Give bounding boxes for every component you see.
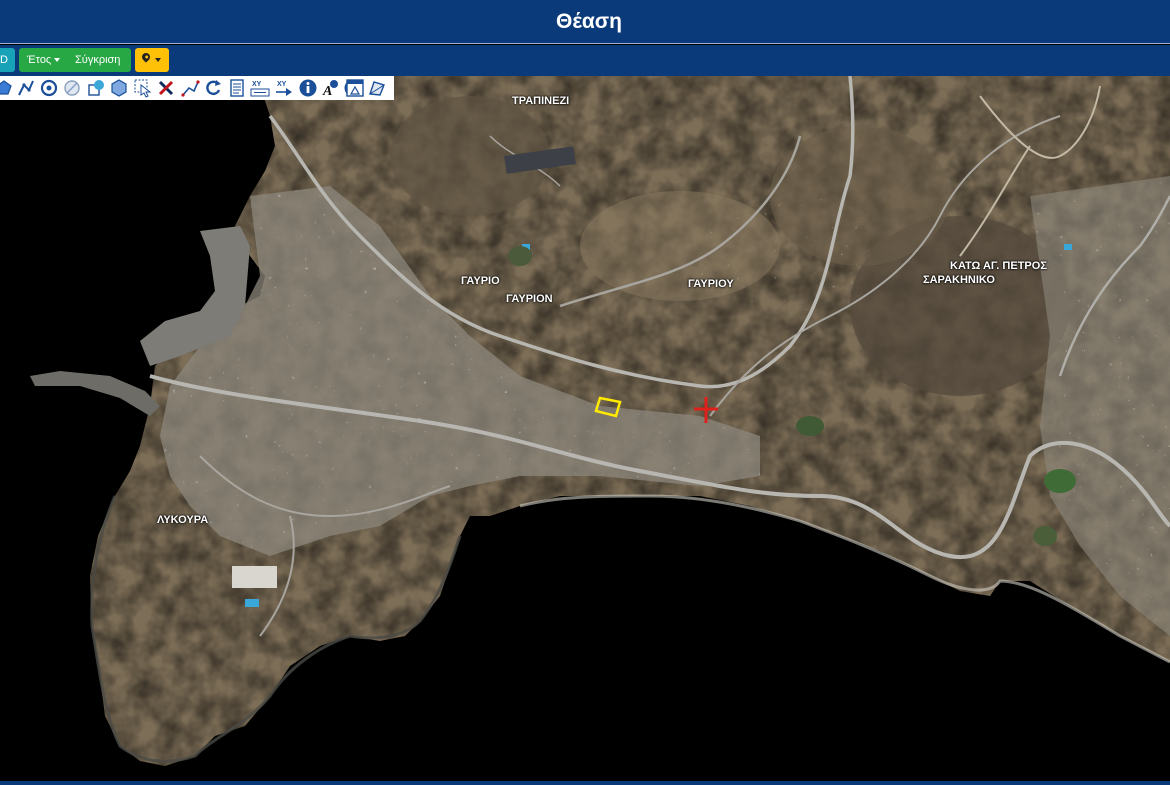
title-bar: Θέαση (0, 0, 1170, 44)
map-label-trapinezi: ΤΡΑΠΙΝΕΖΙ (512, 95, 570, 107)
select-arrow-icon[interactable] (133, 78, 153, 98)
map-label-lykoura: ΛΥΚΟΥΡΑ (157, 514, 209, 526)
polygon-icon[interactable] (0, 78, 14, 98)
measure-line-icon[interactable] (180, 78, 200, 98)
area-polygon-icon[interactable] (367, 78, 387, 98)
chevron-down-icon (54, 58, 61, 63)
map-tools-bar: XY XY A (0, 76, 394, 100)
location-dropdown[interactable] (135, 48, 169, 72)
print-icon[interactable] (345, 78, 365, 98)
year-compare-group: Έτος Σύγκριση (19, 48, 131, 72)
map-label-sarakiniko: ΣΑΡΑΚΗΝΙΚΟ (923, 274, 995, 286)
breakwater (30, 371, 160, 416)
map-label-gavrio: ΓΑΥΡΙΟ (461, 275, 500, 287)
xy-goto-icon[interactable]: XY (274, 78, 294, 98)
map-marker-icon (140, 51, 152, 63)
main-toolbar: D Έτος Σύγκριση (0, 45, 1170, 76)
shape-fill-icon[interactable] (86, 78, 106, 98)
map-view[interactable]: ΤΡΑΠΙΝΕΖΙ ΓΑΥΡΙΟ ΓΑΥΡΙΟΝ ΓΑΥΡΙΟΥ ΚΑΤΩ ΑΓ… (0, 76, 1170, 782)
refresh-icon[interactable] (203, 78, 223, 98)
bottom-bar (0, 781, 1170, 785)
year-dropdown[interactable]: Έτος (27, 48, 61, 72)
svg-text:XY: XY (277, 81, 287, 88)
chevron-down-icon (155, 58, 161, 62)
map-label-kato-ag-petros: ΚΑΤΩ ΑΓ. ΠΕΤΡΟΣ (950, 260, 1047, 272)
building (232, 566, 277, 588)
info-a-icon[interactable]: A (320, 78, 340, 98)
map-label-gavriou: ΓΑΥΡΙΟΥ (688, 278, 734, 290)
vegetation (508, 246, 532, 266)
delete-x-icon[interactable] (156, 78, 176, 98)
compare-button[interactable]: Σύγκριση (75, 48, 120, 72)
vegetation (1044, 469, 1076, 493)
polyline-icon[interactable] (16, 78, 36, 98)
circle-target-icon[interactable] (39, 78, 59, 98)
vegetation (1033, 526, 1057, 546)
vegetation (796, 416, 824, 436)
circle-slash-icon[interactable] (62, 78, 82, 98)
document-icon[interactable] (227, 78, 247, 98)
page-title: Θέαση (556, 9, 622, 33)
year-label: Έτος (27, 54, 52, 66)
info-icon[interactable] (298, 78, 318, 98)
pool (1064, 244, 1072, 250)
map-label-gavrion: ΓΑΥΡΙΟΝ (506, 293, 553, 305)
satellite-imagery (30, 76, 1170, 766)
xy-coordinates-icon[interactable]: XY (250, 78, 270, 98)
3d-button[interactable]: D (0, 48, 15, 72)
svg-text:XY: XY (252, 81, 262, 88)
pool (245, 599, 259, 607)
hexagon-icon[interactable] (109, 78, 129, 98)
